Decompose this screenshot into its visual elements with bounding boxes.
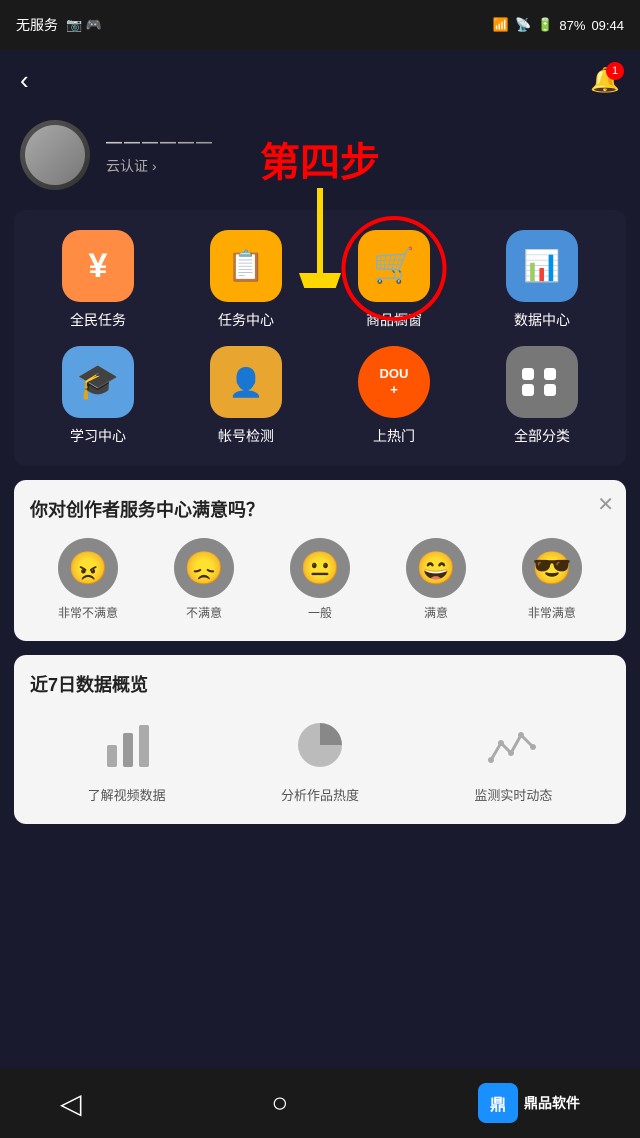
survey-section: 你对创作者服务中心满意吗？ ✕ 😠 非常不满意 😞 不满意 😐 一般 😄 满意 … [14,480,626,641]
signal-icon: 📶 [493,17,509,33]
icon-item-renwu[interactable]: 📋 任务中心 [186,230,306,330]
shengremen-icon: DOU+ [358,346,430,418]
neutral-face: 😐 [290,538,350,598]
zhanghu-icon: 👤 [210,346,282,418]
avatar [20,120,90,190]
renwu-icon: 📋 [210,230,282,302]
icon-grid: ¥ 全民任务 📋 任务中心 🛒 商品橱窗 📊 数据中心 [14,210,626,466]
back-button[interactable]: ‹ [20,65,29,96]
icon-row-2: 🎓 学习中心 👤 帐号检测 DOU+ 上热门 [24,346,616,446]
quanbu-icon [506,346,578,418]
neutral-label: 一般 [308,604,332,621]
emoji-neutral[interactable]: 😐 一般 [290,538,350,621]
avatar-inner [25,125,85,185]
status-bar: 无服务 📷 🎮 📶 📡 🔋 87% 09:44 [0,0,640,50]
status-right: 📶 📡 🔋 87% 09:44 [493,17,624,33]
icon-row-1: ¥ 全民任务 📋 任务中心 🛒 商品橱窗 📊 数据中心 [24,230,616,330]
profile-info: —————— 云认证 › [106,134,214,176]
data-item-realtime[interactable]: 监测实时动态 [474,713,552,804]
xuexi-icon: 🎓 [62,346,134,418]
brand-icon: 鼎 [478,1083,518,1123]
data-row: 了解视频数据 分析作品热度 [30,713,610,804]
very-unsatisfied-label: 非常不满意 [58,604,118,621]
time-display: 09:44 [591,18,624,33]
data-overview-title: 近7日数据概览 [30,671,610,697]
unsatisfied-face: 😞 [174,538,234,598]
shuju-label: 数据中心 [514,310,570,330]
wifi-icon: 📡 [515,17,531,33]
xuexi-label: 学习中心 [70,426,126,446]
survey-close-button[interactable]: ✕ [597,492,614,517]
very-satisfied-face: 😎 [522,538,582,598]
status-icons: 📷 🎮 [66,17,102,33]
emoji-very-unsatisfied[interactable]: 😠 非常不满意 [58,538,118,621]
data-overview-section: 近7日数据概览 了解视频数据 分析作品热度 [14,655,626,824]
cert-arrow: › [152,158,157,174]
cert-label: 云认证 [106,156,148,176]
data-item-video[interactable]: 了解视频数据 [88,713,166,804]
system-back-button[interactable]: ◁ [60,1087,82,1120]
shangpin-label: 商品橱窗 [366,310,422,330]
realtime-icon [481,713,545,777]
realtime-label: 监测实时动态 [474,785,552,804]
profile-area: —————— 云认证 › [0,110,640,210]
brand-name: 鼎品软件 [524,1093,580,1113]
bottom-nav: ◁ ○ 鼎 鼎品软件 [0,1068,640,1138]
status-left: 无服务 📷 🎮 [16,15,102,35]
icon-item-zhanghu[interactable]: 👤 帐号检测 [186,346,306,446]
very-satisfied-label: 非常满意 [528,604,576,621]
quanbu-label: 全部分类 [514,426,570,446]
video-data-label: 了解视频数据 [88,785,166,804]
battery-level: 87% [559,18,585,33]
work-heat-label: 分析作品热度 [281,785,359,804]
brand-logo: 鼎 鼎品软件 [478,1083,580,1123]
satisfied-face: 😄 [406,538,466,598]
profile-name: —————— [106,134,214,152]
icon-item-shengremen[interactable]: DOU+ 上热门 [334,346,454,446]
icon-item-xuexi[interactable]: 🎓 学习中心 [38,346,158,446]
work-heat-icon [288,713,352,777]
shengremen-label: 上热门 [373,426,415,446]
emoji-unsatisfied[interactable]: 😞 不满意 [174,538,234,621]
survey-title: 你对创作者服务中心满意吗？ [30,496,610,522]
system-home-button[interactable]: ○ [271,1087,288,1119]
carrier-label: 无服务 [16,15,58,35]
shangpin-icon: 🛒 [358,230,430,302]
icon-item-quanmin[interactable]: ¥ 全民任务 [38,230,158,330]
emoji-satisfied[interactable]: 😄 满意 [406,538,466,621]
notification-badge: 1 [606,62,624,80]
quanmin-label: 全民任务 [70,310,126,330]
quanmin-icon: ¥ [62,230,134,302]
icon-item-quanbu[interactable]: 全部分类 [482,346,602,446]
icon-item-shangpin[interactable]: 🛒 商品橱窗 [334,230,454,330]
shuju-icon: 📊 [506,230,578,302]
icon-item-shuju[interactable]: 📊 数据中心 [482,230,602,330]
unsatisfied-label: 不满意 [186,604,222,621]
video-data-icon [95,713,159,777]
zhanghu-label: 帐号检测 [218,426,274,446]
satisfied-label: 满意 [424,604,448,621]
data-item-heat[interactable]: 分析作品热度 [281,713,359,804]
battery-icon: 🔋 [537,17,553,33]
cert-link[interactable]: 云认证 › [106,156,214,176]
top-nav: ‹ 🔔 1 [0,50,640,110]
emoji-very-satisfied[interactable]: 😎 非常满意 [522,538,582,621]
emoji-row: 😠 非常不满意 😞 不满意 😐 一般 😄 满意 😎 非常满意 [30,538,610,621]
renwu-label: 任务中心 [218,310,274,330]
very-unsatisfied-face: 😠 [58,538,118,598]
